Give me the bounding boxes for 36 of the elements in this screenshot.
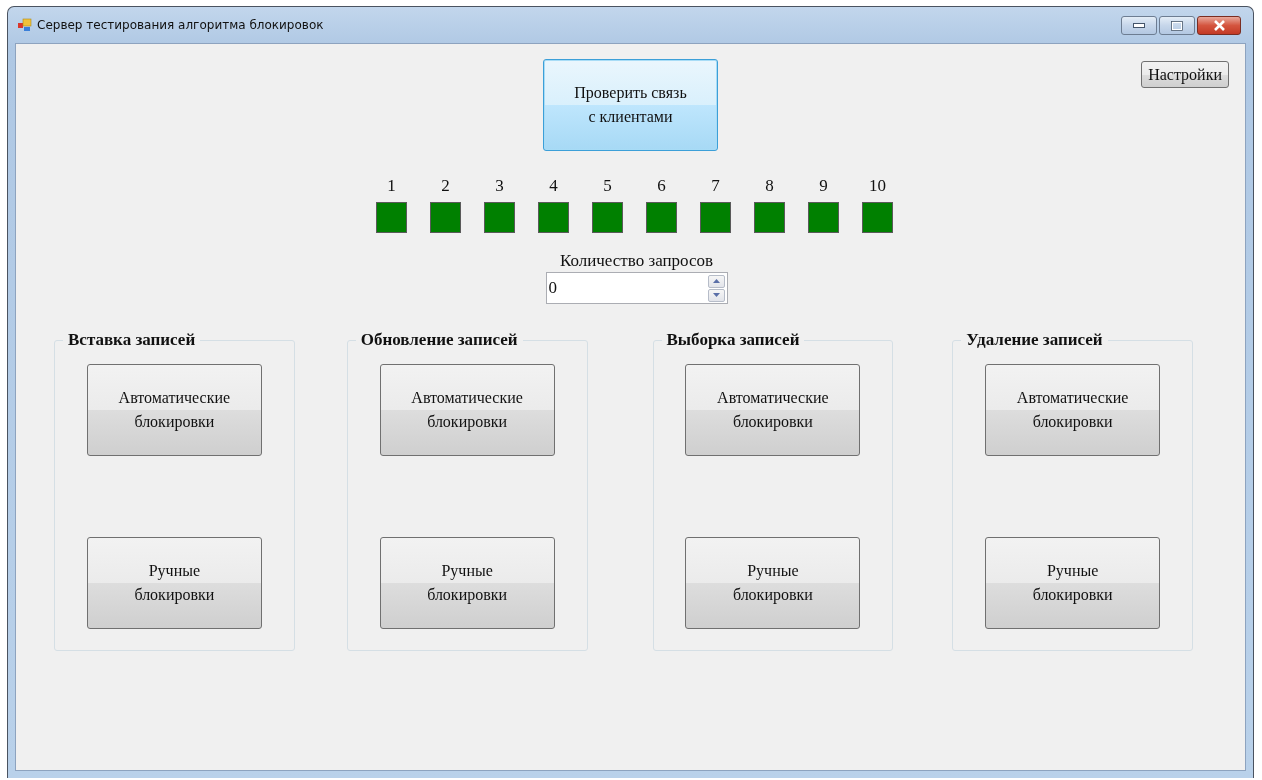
client-number: 1 xyxy=(387,176,396,195)
close-icon xyxy=(1212,20,1226,31)
request-count-label: Количество запросов xyxy=(559,250,714,272)
client-number: 2 xyxy=(441,176,450,195)
client-number: 10 xyxy=(869,176,886,195)
client-number: 4 xyxy=(549,176,558,195)
client-number: 5 xyxy=(603,176,612,195)
client-number: 8 xyxy=(765,176,774,195)
up-arrow-icon xyxy=(712,279,720,283)
group-title: Удаление записей xyxy=(961,330,1108,350)
settings-button[interactable]: Настройки xyxy=(1141,61,1229,88)
minimize-icon xyxy=(1133,23,1145,28)
app-icon xyxy=(18,18,32,32)
spin-down-button[interactable] xyxy=(707,288,725,302)
client-number: 9 xyxy=(819,176,828,195)
client-number: 7 xyxy=(711,176,720,195)
request-count-field[interactable]: 0 xyxy=(545,272,728,304)
lock-mode-button[interactable]: Автоматические блокировки xyxy=(685,364,861,456)
client-number: 6 xyxy=(657,176,666,195)
close-button[interactable] xyxy=(1197,16,1241,35)
lock-mode-button[interactable]: Автоматические блокировки xyxy=(985,364,1161,456)
window-title: Сервер тестирования алгоритма блокировок xyxy=(37,18,324,32)
lock-mode-button[interactable]: Автоматические блокировки xyxy=(379,364,555,456)
client-number: 3 xyxy=(495,176,504,195)
maximize-icon xyxy=(1171,20,1183,31)
spin-up-button[interactable] xyxy=(707,274,725,288)
lock-mode-button[interactable]: Ручные блокировки xyxy=(86,537,262,629)
minimize-button[interactable] xyxy=(1121,16,1157,35)
group-title: Выборка записей xyxy=(661,330,805,350)
lock-mode-button[interactable]: Ручные блокировки xyxy=(985,537,1161,629)
lock-mode-button[interactable]: Ручные блокировки xyxy=(685,537,861,629)
down-arrow-icon xyxy=(712,293,720,297)
check-connection-button[interactable]: Проверить связь с клиентами xyxy=(543,59,718,151)
lock-mode-button[interactable]: Ручные блокировки xyxy=(379,537,555,629)
lock-mode-button[interactable]: Автоматические блокировки xyxy=(86,364,262,456)
maximize-button[interactable] xyxy=(1159,16,1195,35)
